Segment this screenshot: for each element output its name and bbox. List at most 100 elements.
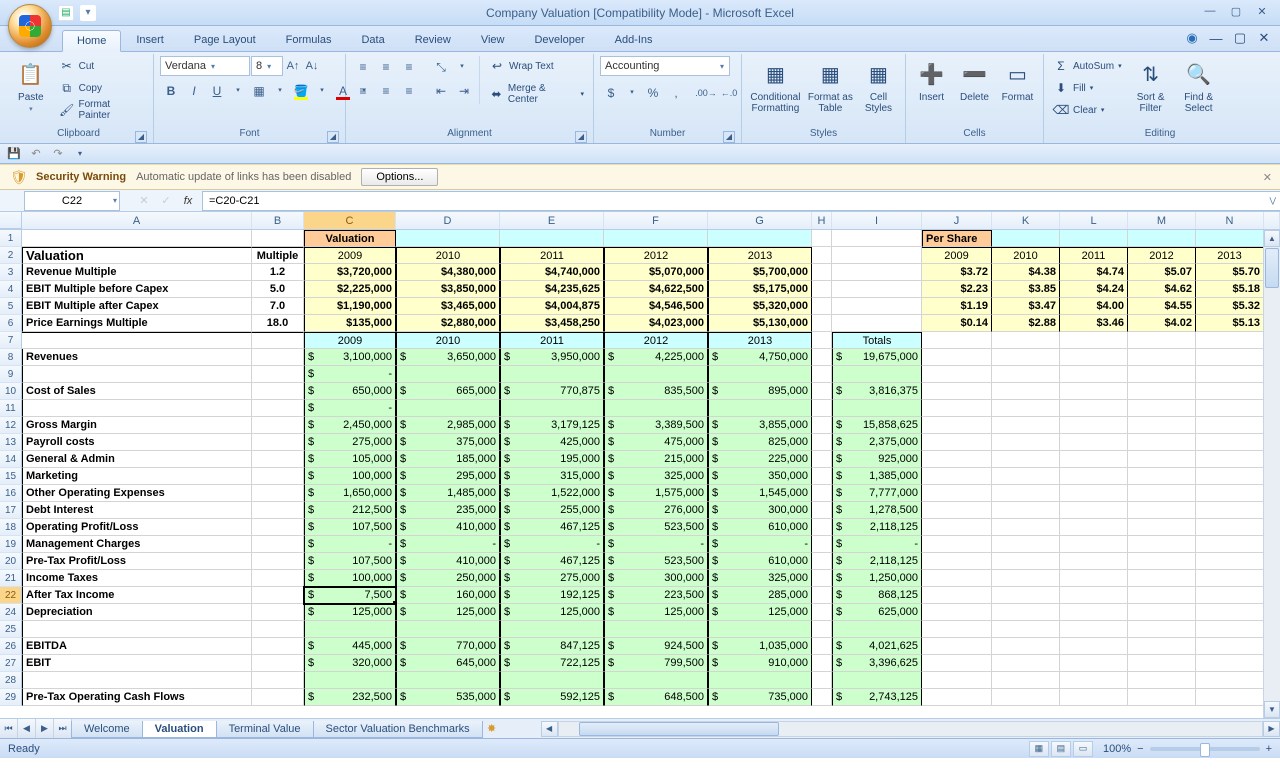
cell[interactable]: $185,000 — [396, 451, 500, 468]
cell[interactable]: 2010 — [992, 247, 1060, 264]
cell[interactable]: $523,500 — [604, 553, 708, 570]
cell[interactable]: $4,622,500 — [604, 281, 708, 298]
cell[interactable] — [922, 468, 992, 485]
percent-button[interactable]: % — [642, 82, 664, 104]
cell[interactable]: $100,000 — [304, 570, 396, 587]
cell[interactable] — [992, 366, 1060, 383]
cell[interactable]: $770,875 — [500, 383, 604, 400]
tab-view[interactable]: View — [466, 29, 520, 51]
cell[interactable]: $4,235,625 — [500, 281, 604, 298]
cell[interactable]: $467,125 — [500, 553, 604, 570]
cell[interactable]: $868,125 — [832, 587, 922, 604]
cell[interactable]: $4,023,000 — [604, 315, 708, 332]
cell[interactable]: 2010 — [396, 332, 500, 349]
cell[interactable]: $910,000 — [708, 655, 812, 672]
cell[interactable] — [1196, 536, 1264, 553]
cell[interactable]: $2.23 — [922, 281, 992, 298]
col-head-M[interactable]: M — [1128, 212, 1196, 229]
cell[interactable]: $- — [304, 400, 396, 417]
cell[interactable] — [992, 383, 1060, 400]
tab-addins[interactable]: Add-Ins — [600, 29, 668, 51]
cell[interactable]: $1,575,000 — [604, 485, 708, 502]
vertical-scrollbar[interactable]: ▲ ▼ — [1263, 230, 1280, 718]
tab-developer[interactable]: Developer — [519, 29, 599, 51]
cell[interactable] — [604, 230, 708, 247]
cell[interactable] — [812, 468, 832, 485]
worksheet-grid[interactable]: ABCDEFGHIJKLMN 1ValuationPer Share2Valua… — [0, 212, 1280, 718]
shrink-font-button[interactable]: A↓ — [303, 56, 321, 76]
cell[interactable]: $3,950,000 — [500, 349, 604, 366]
redo-button[interactable]: ↷ — [50, 146, 66, 162]
cell[interactable]: $195,000 — [500, 451, 604, 468]
cell[interactable] — [922, 383, 992, 400]
restore-button[interactable]: ▢ — [1224, 3, 1248, 19]
cell[interactable]: $1,190,000 — [304, 298, 396, 315]
cell[interactable]: $925,000 — [832, 451, 922, 468]
cell[interactable]: After Tax Income — [22, 587, 252, 604]
cell[interactable]: $- — [708, 536, 812, 553]
cell[interactable]: $4.38 — [992, 264, 1060, 281]
cell[interactable]: 2009 — [922, 247, 992, 264]
cell[interactable] — [922, 485, 992, 502]
cell[interactable] — [1060, 689, 1128, 706]
cell[interactable] — [1196, 383, 1264, 400]
cell[interactable]: Revenue Multiple — [22, 264, 252, 281]
enter-formula-icon[interactable]: ✓ — [158, 194, 174, 207]
cell[interactable]: $5.18 — [1196, 281, 1264, 298]
col-head-B[interactable]: B — [252, 212, 304, 229]
cell[interactable] — [1196, 638, 1264, 655]
cell[interactable]: $2,985,000 — [396, 417, 500, 434]
insert-cells-button[interactable]: ➕Insert — [912, 56, 951, 103]
cell[interactable] — [252, 417, 304, 434]
cell[interactable] — [1196, 349, 1264, 366]
cell[interactable]: $425,000 — [500, 434, 604, 451]
name-box[interactable]: C22▾ — [24, 191, 120, 211]
cell[interactable] — [396, 672, 500, 689]
cell[interactable] — [812, 332, 832, 349]
underline-button[interactable]: U — [206, 80, 228, 102]
cell[interactable] — [252, 349, 304, 366]
cell[interactable]: Totals — [832, 332, 922, 349]
cell[interactable] — [1128, 536, 1196, 553]
cell[interactable] — [1128, 502, 1196, 519]
qat-dropdown-icon[interactable]: ▾ — [80, 5, 96, 21]
cell[interactable]: $410,000 — [396, 519, 500, 536]
cell[interactable] — [992, 485, 1060, 502]
cell[interactable]: $4,380,000 — [396, 264, 500, 281]
cell[interactable]: Operating Profit/Loss — [22, 519, 252, 536]
cell[interactable] — [812, 264, 832, 281]
cell[interactable] — [812, 281, 832, 298]
cell[interactable] — [708, 366, 812, 383]
cell[interactable]: $3,179,125 — [500, 417, 604, 434]
cell[interactable] — [812, 587, 832, 604]
cell[interactable]: $770,000 — [396, 638, 500, 655]
cell[interactable]: 18.0 — [252, 315, 304, 332]
cell[interactable] — [1196, 621, 1264, 638]
cell[interactable] — [1128, 655, 1196, 672]
cell[interactable]: Payroll costs — [22, 434, 252, 451]
number-dialog-icon[interactable]: ◢ — [723, 131, 735, 143]
cell[interactable] — [500, 621, 604, 638]
cell[interactable]: $3.47 — [992, 298, 1060, 315]
cancel-formula-icon[interactable]: ✕ — [136, 194, 152, 207]
cell[interactable] — [22, 672, 252, 689]
cell[interactable] — [1128, 689, 1196, 706]
cell[interactable]: $232,500 — [304, 689, 396, 706]
col-head-N[interactable]: N — [1196, 212, 1264, 229]
cell[interactable]: $275,000 — [500, 570, 604, 587]
cell[interactable]: $5,700,000 — [708, 264, 812, 281]
cell[interactable]: $135,000 — [304, 315, 396, 332]
cell[interactable] — [1128, 485, 1196, 502]
cell[interactable]: $2,375,000 — [832, 434, 922, 451]
cell[interactable] — [1128, 332, 1196, 349]
col-head-F[interactable]: F — [604, 212, 708, 229]
cell[interactable]: $3,850,000 — [396, 281, 500, 298]
cell[interactable] — [992, 349, 1060, 366]
cell[interactable]: 2009 — [304, 332, 396, 349]
comma-button[interactable]: , — [665, 82, 687, 104]
cell[interactable] — [1060, 553, 1128, 570]
cell[interactable] — [500, 672, 604, 689]
cell[interactable] — [1060, 417, 1128, 434]
tab-review[interactable]: Review — [400, 29, 466, 51]
cell[interactable]: $535,000 — [396, 689, 500, 706]
